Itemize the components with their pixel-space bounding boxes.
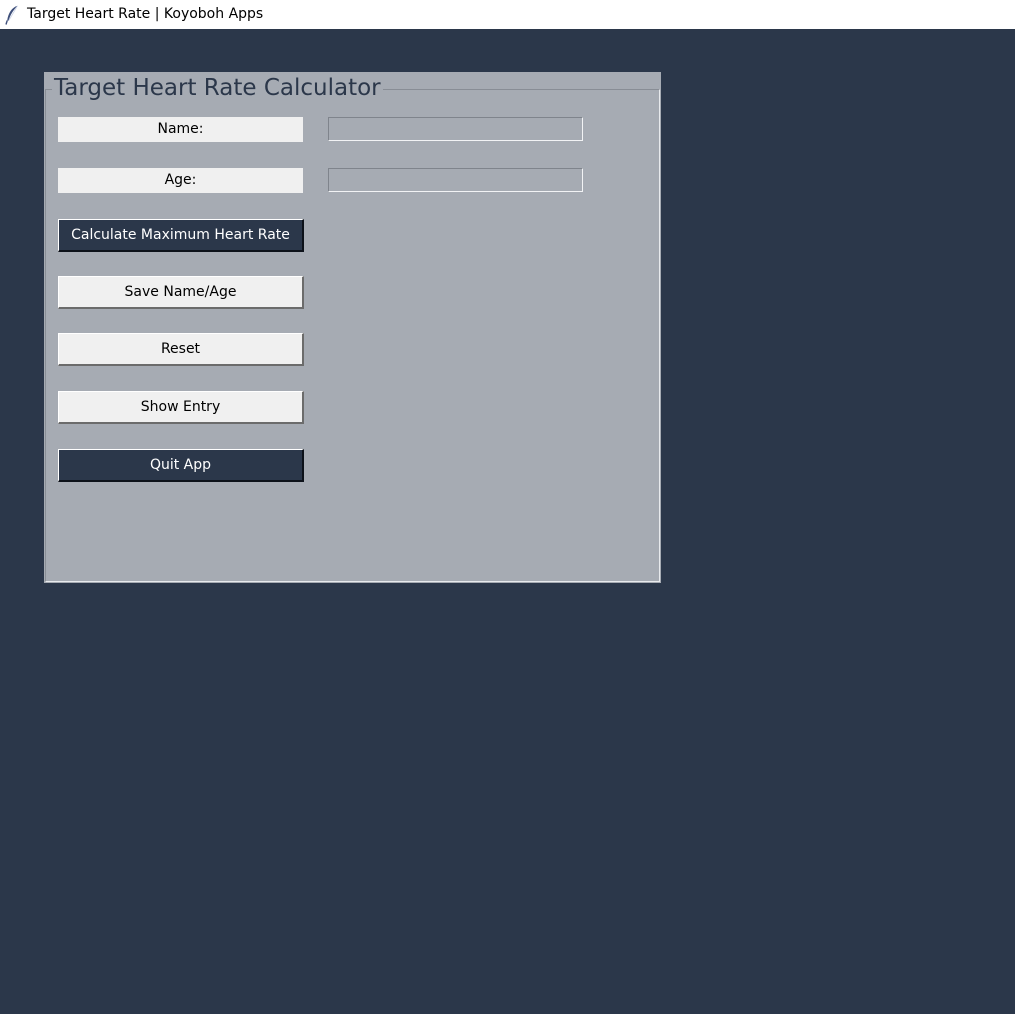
name-input[interactable] bbox=[328, 117, 583, 141]
feather-icon bbox=[5, 5, 19, 25]
save-name-age-button[interactable]: Save Name/Age bbox=[58, 276, 304, 309]
window-title: Target Heart Rate | Koyoboh Apps bbox=[27, 6, 264, 22]
window-titlebar[interactable]: Target Heart Rate | Koyoboh Apps bbox=[0, 0, 1015, 29]
reset-button[interactable]: Reset bbox=[58, 333, 304, 366]
panel-title: Target Heart Rate Calculator bbox=[52, 74, 383, 102]
age-input[interactable] bbox=[328, 168, 583, 192]
age-label: Age: bbox=[58, 168, 303, 193]
calculate-max-heart-rate-button[interactable]: Calculate Maximum Heart Rate bbox=[58, 219, 304, 252]
name-label: Name: bbox=[58, 117, 303, 142]
show-entry-button[interactable]: Show Entry bbox=[58, 391, 304, 424]
quit-app-button[interactable]: Quit App bbox=[58, 449, 304, 482]
